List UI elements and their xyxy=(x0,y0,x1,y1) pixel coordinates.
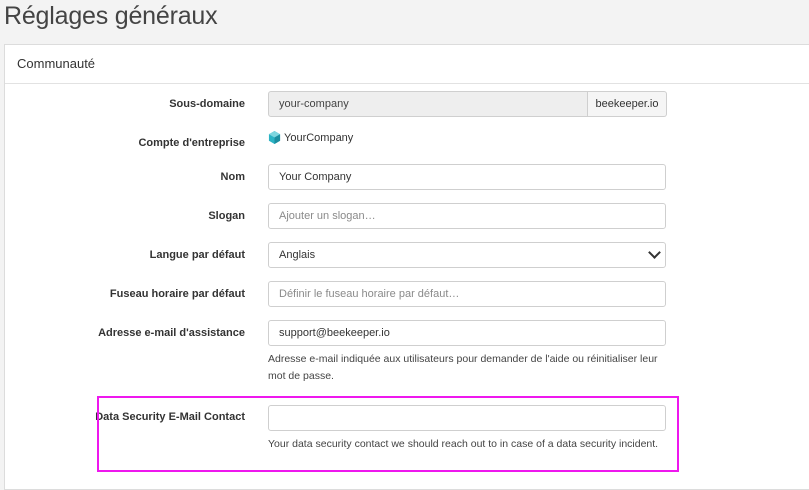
support-email-label: Adresse e-mail d'assistance xyxy=(98,327,245,339)
chevron-down-icon xyxy=(648,246,661,259)
panel-title: Communauté xyxy=(5,45,809,84)
highlight-box xyxy=(97,396,679,472)
support-email-help: Adresse e-mail indiquée aux utilisateurs… xyxy=(268,353,658,382)
language-label: Langue par défaut xyxy=(149,249,245,261)
name-label: Nom xyxy=(220,171,245,183)
subdomain-suffix: beekeeper.io xyxy=(588,91,667,117)
subdomain-input[interactable] xyxy=(268,91,588,117)
timezone-input[interactable] xyxy=(268,281,666,307)
company-logo-icon xyxy=(268,131,281,144)
slogan-input[interactable] xyxy=(268,203,666,229)
page-title: Réglages généraux xyxy=(4,2,218,30)
language-select[interactable]: Anglais xyxy=(268,242,666,268)
company-account-name: YourCompany xyxy=(284,132,354,144)
subdomain-label: Sous-domaine xyxy=(169,98,245,110)
support-email-input[interactable] xyxy=(268,320,666,346)
language-selected-value: Anglais xyxy=(279,249,316,261)
timezone-label: Fuseau horaire par défaut xyxy=(109,288,245,300)
slogan-label: Slogan xyxy=(208,210,245,222)
company-account-label: Compte d'entreprise xyxy=(138,137,245,149)
name-input[interactable] xyxy=(268,164,666,190)
company-account-value: YourCompany xyxy=(268,131,353,144)
